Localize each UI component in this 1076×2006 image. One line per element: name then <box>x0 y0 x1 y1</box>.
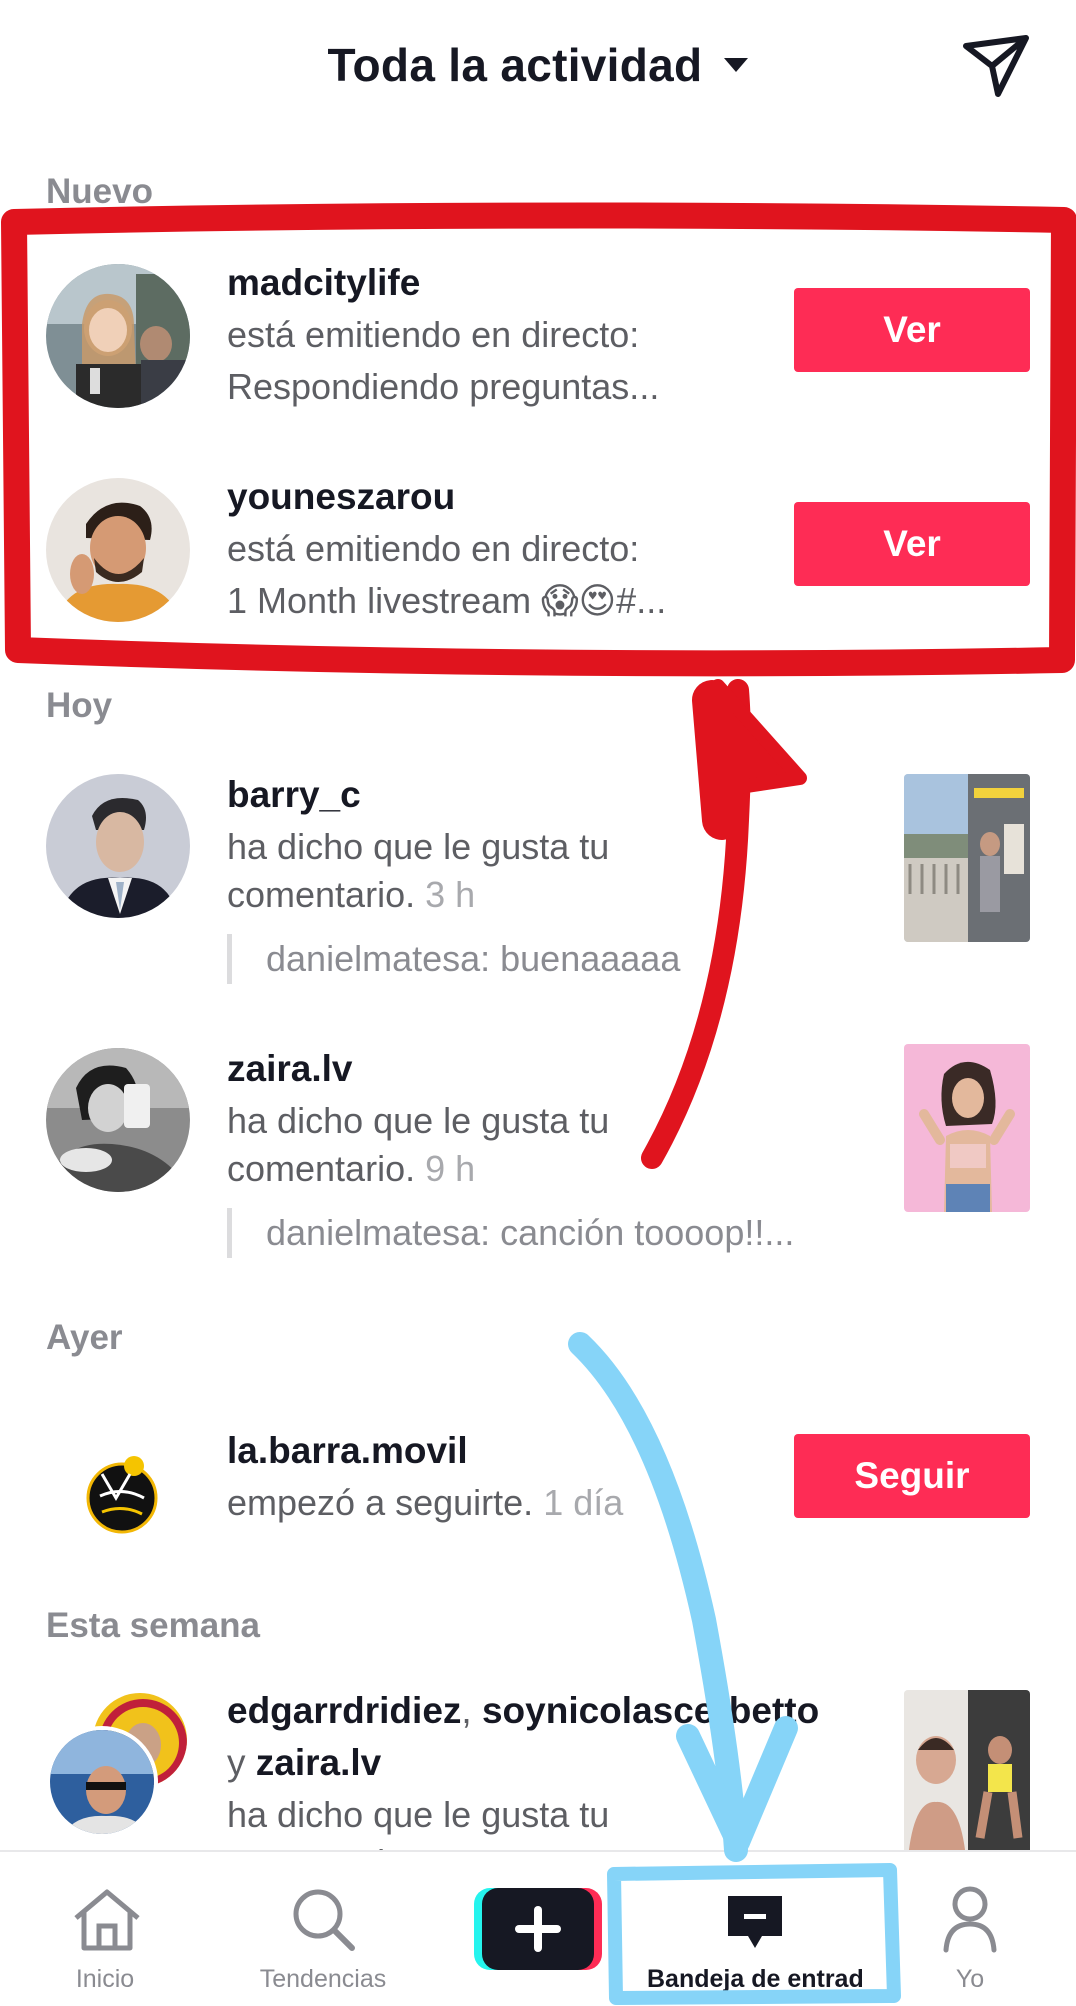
page-title: Toda la actividad <box>327 39 703 91</box>
header: Toda la actividad <box>0 0 1076 140</box>
section-label-new: Nuevo <box>46 172 153 211</box>
create-plus-icon <box>474 1888 602 1970</box>
tab-home[interactable]: Inicio <box>40 1852 170 2006</box>
username[interactable]: edgarrdridiez <box>227 1690 461 1731</box>
list-item[interactable]: youneszarou está emitiendo en directo: 1… <box>0 476 1076 626</box>
watch-live-button[interactable]: Ver <box>794 288 1030 372</box>
list-item[interactable]: edgarrdridiez, soynicolascerbetto y zair… <box>0 1690 1076 1883</box>
tab-home-label: Inicio <box>75 1965 135 1993</box>
tab-trends[interactable]: Tendencias <box>238 1852 408 2006</box>
activity-text: empezó a seguirte. 1 día <box>227 1482 624 1523</box>
follow-back-button[interactable]: Seguir <box>794 1434 1030 1518</box>
tab-inbox[interactable]: Bandeja de entrada <box>632 1852 862 2006</box>
activity-filter-dropdown[interactable]: Toda la actividad <box>0 38 1076 92</box>
direct-message-icon[interactable] <box>962 34 1032 100</box>
video-thumbnail[interactable] <box>904 774 1030 942</box>
watch-live-button[interactable]: Ver <box>794 502 1030 586</box>
home-icon <box>74 1889 140 1951</box>
activity-text: está emitiendo en directo: <box>227 314 640 355</box>
profile-icon <box>943 1886 997 1953</box>
tab-me-label: Yo <box>955 1965 985 1993</box>
username[interactable]: zaira.lv <box>256 1742 381 1783</box>
avatar[interactable] <box>46 1048 190 1192</box>
video-thumbnail[interactable] <box>904 1044 1030 1212</box>
tab-trends-label: Tendencias <box>259 1965 387 1993</box>
video-thumbnail[interactable] <box>904 1690 1030 1858</box>
activity-text-cont: comentario. 3 h <box>227 874 476 915</box>
bottom-tab-bar: Inicio Tendencias Bandeja de entrada Yo <box>0 1850 1076 2006</box>
username[interactable]: zaira.lv <box>227 1048 352 1090</box>
section-label-yesterday: Ayer <box>46 1318 123 1357</box>
activity-text-cont: comentario. 9 h <box>227 1148 476 1189</box>
timestamp: 1 día <box>543 1482 624 1523</box>
live-title: Respondiendo preguntas... <box>227 366 660 407</box>
activity-text: ha dicho que le gusta tu <box>227 1794 610 1835</box>
timestamp: 9 h <box>425 1148 476 1189</box>
avatar[interactable] <box>46 264 190 408</box>
avatar <box>46 1726 158 1838</box>
section-label-today: Hoy <box>46 686 113 725</box>
activity-text: ha dicho que le gusta tu <box>227 1100 610 1141</box>
avatar[interactable] <box>46 478 190 622</box>
activity-text: ha dicho que le gusta tu <box>227 826 610 867</box>
list-item[interactable]: zaira.lv ha dicho que le gusta tu coment… <box>0 1044 1076 1258</box>
section-label-this-week: Esta semana <box>46 1606 261 1645</box>
list-item[interactable]: madcitylife está emitiendo en directo: R… <box>0 262 1076 412</box>
quoted-comment[interactable]: danielmatesa: buenaaaaa <box>227 934 680 984</box>
activity-text: está emitiendo en directo: <box>227 528 640 569</box>
tab-me[interactable]: Yo <box>920 1852 1020 2006</box>
username[interactable]: soynicolascerbetto <box>482 1690 819 1731</box>
username[interactable]: youneszarou <box>227 476 455 518</box>
list-item[interactable]: barry_c ha dicho que le gusta tu comenta… <box>0 774 1076 984</box>
live-title: 1 Month livestream 😱😍#... <box>227 580 667 621</box>
timestamp: 3 h <box>425 874 476 915</box>
list-item[interactable]: la.barra.movil empezó a seguirte. 1 día … <box>0 1420 1076 1570</box>
inbox-icon <box>728 1896 782 1948</box>
avatar[interactable] <box>46 774 190 918</box>
usernames-line: edgarrdridiez, soynicolascerbetto <box>227 1690 820 1731</box>
caret-down-icon <box>724 57 749 72</box>
avatar-stack[interactable] <box>46 1690 196 1840</box>
search-icon <box>293 1889 355 1951</box>
create-button[interactable] <box>470 1852 606 2006</box>
quoted-comment[interactable]: danielmatesa: canción toooop!!... <box>227 1208 794 1258</box>
usernames-line-2: y zaira.lv <box>227 1742 382 1783</box>
tab-inbox-label: Bandeja de entrada <box>647 1965 862 1993</box>
username[interactable]: la.barra.movil <box>227 1430 468 1472</box>
username[interactable]: madcitylife <box>227 262 420 304</box>
username[interactable]: barry_c <box>227 774 361 816</box>
avatar[interactable] <box>46 1420 190 1564</box>
